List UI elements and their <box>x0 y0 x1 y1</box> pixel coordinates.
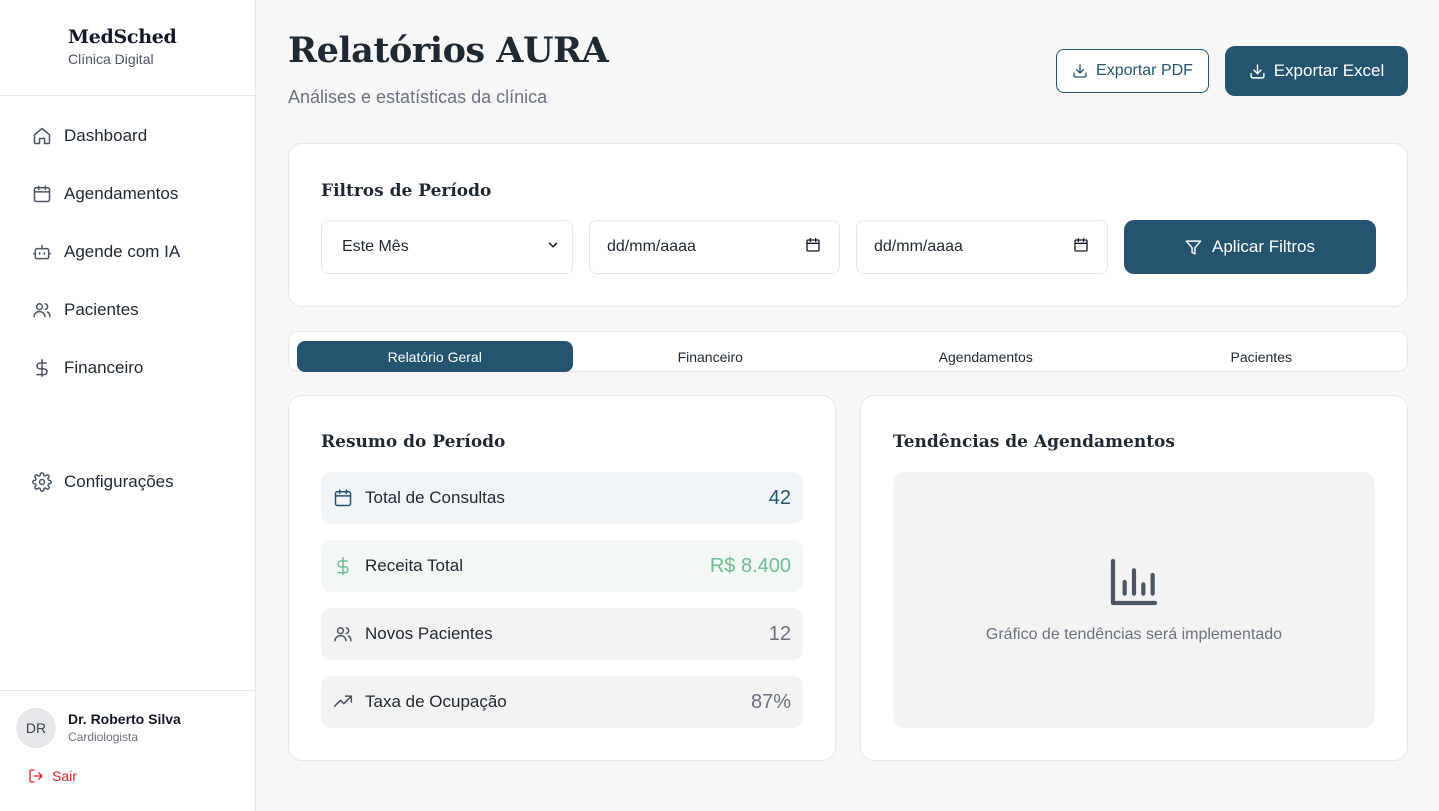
stat-value: R$ 8.400 <box>709 554 791 577</box>
calendar-icon[interactable] <box>805 237 821 258</box>
gear-icon <box>32 472 52 492</box>
stat-value: 42 <box>768 486 791 509</box>
apply-filters-label: Aplicar Filtros <box>1212 237 1315 256</box>
logout-button[interactable]: Sair <box>28 768 77 784</box>
chevron-down-icon <box>546 238 560 257</box>
user-profile: DR Dr. Roberto Silva Cardiologista Sair <box>0 690 255 811</box>
start-date-input[interactable]: dd/mm/aaaa <box>589 220 840 274</box>
sidebar-item-label: Configurações <box>64 472 174 491</box>
apply-filters-button[interactable]: Aplicar Filtros <box>1124 220 1376 274</box>
user-role: Cardiologista <box>68 730 139 744</box>
sidebar-item-label: Dashboard <box>64 126 148 145</box>
export-excel-label: Exportar Excel <box>1273 61 1385 80</box>
avatar[interactable]: DR <box>16 708 56 748</box>
report-tabs: Relatório Geral Financeiro Agendamentos … <box>288 331 1408 372</box>
calendar-icon[interactable] <box>1073 237 1089 258</box>
bar-chart-icon <box>1106 554 1162 615</box>
sidebar-nav: Dashboard Agendamentos Agende com IA Pac… <box>0 107 255 492</box>
stat-label: Receita Total <box>365 556 463 575</box>
tab-pacientes[interactable]: Pacientes <box>1124 341 1400 372</box>
dollar-icon <box>333 556 353 576</box>
export-pdf-label: Exportar PDF <box>1096 62 1193 79</box>
sidebar-item-financeiro[interactable]: Financeiro <box>0 339 255 397</box>
sidebar-item-label: Agende com IA <box>64 242 181 261</box>
trending-up-icon <box>333 692 353 712</box>
tab-financeiro[interactable]: Financeiro <box>573 341 849 372</box>
home-icon <box>32 126 52 146</box>
trends-card: Tendências de Agendamentos Gráfico de te… <box>860 395 1408 761</box>
trends-placeholder-text: Gráfico de tendências será implementado <box>985 626 1283 643</box>
sidebar-item-label: Agendamentos <box>64 184 179 203</box>
dollar-icon <box>32 358 52 378</box>
sidebar: MedSched Clínica Digital Dashboard Agend… <box>0 0 256 811</box>
brand-name: MedSched <box>68 26 177 48</box>
calendar-icon <box>333 488 353 508</box>
export-excel-button[interactable]: Exportar Excel <box>1225 46 1408 96</box>
brand: MedSched Clínica Digital <box>0 0 255 96</box>
filter-icon <box>1185 239 1202 256</box>
sidebar-item-configuracoes[interactable]: Configurações <box>0 453 255 511</box>
tab-agendamentos[interactable]: Agendamentos <box>848 341 1124 372</box>
tab-relatorio-geral[interactable]: Relatório Geral <box>297 341 573 372</box>
end-date-input[interactable]: dd/mm/aaaa <box>856 220 1108 274</box>
summary-card: Resumo do Período Total de Consultas 42 … <box>288 395 836 761</box>
stat-label: Taxa de Ocupação <box>365 692 507 711</box>
logout-icon <box>28 768 44 784</box>
export-pdf-button[interactable]: Exportar PDF <box>1056 49 1209 93</box>
filters-card: Filtros de Período Este Mês dd/mm/aaaa d… <box>288 143 1408 307</box>
download-icon <box>1249 63 1266 80</box>
sidebar-item-dashboard[interactable]: Dashboard <box>0 107 255 165</box>
stat-total-consultas: Total de Consultas 42 <box>321 472 803 524</box>
sidebar-item-agende-com-ia[interactable]: Agende com IA <box>0 223 255 281</box>
download-icon <box>1072 63 1088 79</box>
trends-chart-placeholder: Gráfico de tendências será implementado <box>893 472 1375 728</box>
sidebar-item-agendamentos[interactable]: Agendamentos <box>0 165 255 223</box>
stat-value: 87% <box>750 690 791 713</box>
period-select-value: Este Mês <box>342 238 409 255</box>
sidebar-item-label: Pacientes <box>64 300 139 319</box>
users-icon <box>333 624 353 644</box>
stat-novos-pacientes: Novos Pacientes 12 <box>321 608 803 660</box>
stat-value: 12 <box>768 622 791 645</box>
page-title: Relatórios AURA <box>288 30 609 71</box>
stat-receita-total: Receita Total R$ 8.400 <box>321 540 803 592</box>
user-name: Dr. Roberto Silva <box>68 711 181 727</box>
brand-subtitle: Clínica Digital <box>68 51 154 67</box>
start-date-placeholder: dd/mm/aaaa <box>607 238 696 255</box>
stat-label: Novos Pacientes <box>365 624 493 643</box>
period-select[interactable]: Este Mês <box>321 220 573 274</box>
sidebar-item-label: Financeiro <box>64 358 144 377</box>
trends-title: Tendências de Agendamentos <box>893 432 1175 452</box>
users-icon <box>32 300 52 320</box>
bot-icon <box>32 242 52 262</box>
stat-label: Total de Consultas <box>365 488 505 507</box>
stat-taxa-ocupacao: Taxa de Ocupação 87% <box>321 676 803 728</box>
page-subtitle: Análises e estatísticas da clínica <box>288 87 548 107</box>
summary-title: Resumo do Período <box>321 432 506 452</box>
sidebar-item-pacientes[interactable]: Pacientes <box>0 281 255 339</box>
calendar-icon <box>32 184 52 204</box>
end-date-placeholder: dd/mm/aaaa <box>874 238 963 255</box>
filters-title: Filtros de Período <box>321 181 492 201</box>
logout-label: Sair <box>52 768 77 784</box>
